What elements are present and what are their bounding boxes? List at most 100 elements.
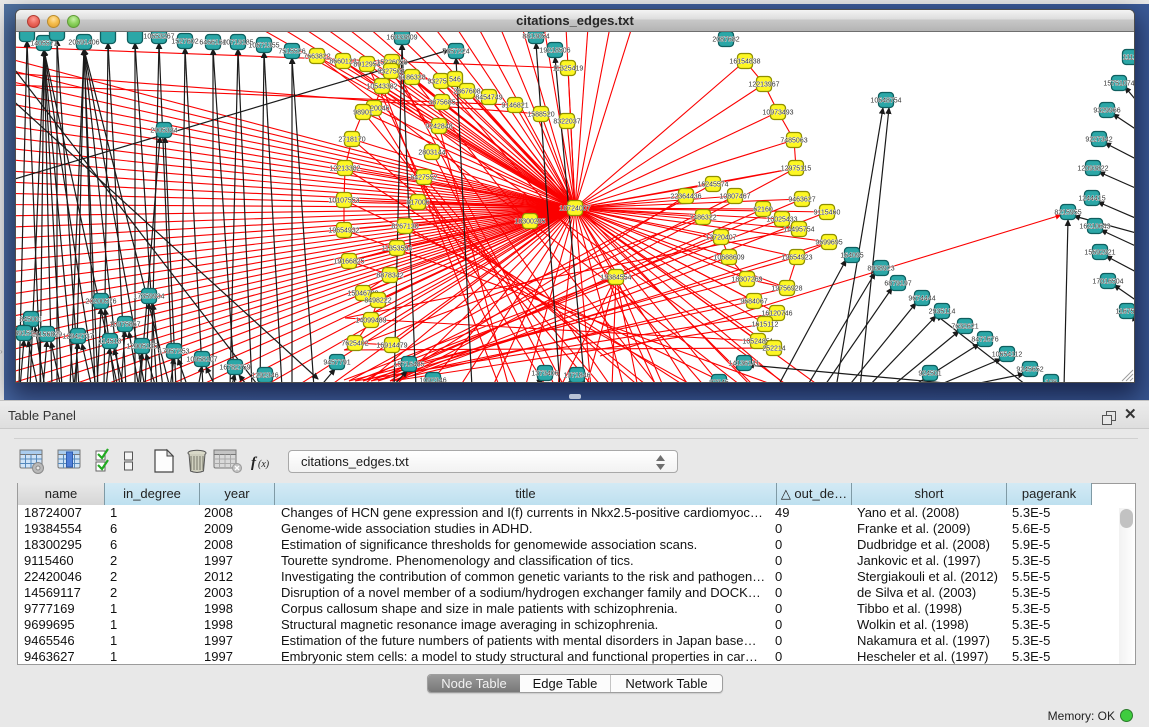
svg-text:12942737: 12942737 [62,334,93,341]
svg-text:8267130: 8267130 [391,224,418,231]
svg-text:8938923: 8938923 [867,266,894,273]
svg-text:16154838: 16154838 [729,59,760,66]
svg-text:18724007: 18724007 [559,206,590,213]
svg-text:17957253: 17957253 [158,349,189,356]
svg-text:8215955: 8215955 [1054,210,1081,217]
svg-text:10107553: 10107553 [328,198,359,205]
svg-text:11353594: 11353594 [382,246,413,253]
svg-text:14099489: 14099489 [355,318,386,325]
svg-text:11156829: 11156829 [32,332,62,339]
svg-text:18300295: 18300295 [514,219,545,226]
svg-text:8454749: 8454749 [475,95,502,102]
svg-text:8471676: 8471676 [971,337,998,344]
svg-text:1615112: 1615112 [752,322,779,329]
svg-text:7485063: 7485063 [780,138,807,145]
svg-text:13720407: 13720407 [705,235,736,242]
svg-text:2803144: 2803144 [418,150,445,157]
svg-text:1405571: 1405571 [30,41,57,48]
svg-text:1092346: 1092346 [419,378,446,383]
svg-text:16914479: 16914479 [376,343,407,350]
svg-text:9329966: 9329966 [1093,108,1120,115]
svg-text:7663822: 7663822 [303,54,330,61]
svg-text:1971846: 1971846 [563,373,590,380]
svg-text:8813054: 8813054 [522,34,549,41]
svg-text:2905334: 2905334 [150,128,177,135]
svg-text:114513: 114513 [99,339,122,346]
svg-text:10653267: 10653267 [143,34,174,41]
svg-text:9245652: 9245652 [1016,367,1043,374]
svg-text:19654932: 19654932 [328,228,359,235]
svg-text:10654112: 10654112 [992,352,1023,359]
svg-text:9242848: 9242848 [425,124,452,131]
svg-text:10807467: 10807467 [719,194,750,201]
svg-text:2087682: 2087682 [712,37,739,44]
svg-text:10973493: 10973493 [762,110,793,117]
svg-text:8427552: 8427552 [410,175,437,182]
svg-text:8322037: 8322037 [553,119,580,126]
svg-text:9463627: 9463627 [788,197,815,204]
svg-text:16210643: 16210643 [1079,224,1110,231]
svg-text:8186328: 8186328 [398,75,425,82]
svg-text:20691406: 20691406 [68,40,99,47]
svg-text:9115460: 9115460 [814,210,841,217]
svg-text:2718170: 2718170 [338,137,365,144]
svg-text:9684067: 9684067 [740,299,767,306]
svg-text:12213967: 12213967 [748,82,779,89]
svg-text:12093822: 12093822 [1077,166,1108,173]
svg-text:10671355: 10671355 [248,43,279,50]
svg-text:845001: 845001 [19,317,42,324]
svg-text:3875685: 3875685 [428,100,455,107]
svg-text:1373406: 1373406 [531,371,558,378]
svg-text:924501: 924501 [918,371,941,378]
svg-text:(x): (x) [258,459,270,470]
svg-text:108: 108 [1045,380,1057,383]
svg-text:7357224: 7357224 [442,49,469,56]
svg-text:116753: 116753 [1116,309,1134,316]
svg-text:16245574: 16245574 [697,182,728,189]
svg-text:7515526: 7515526 [278,49,305,56]
svg-text:1588520: 1588520 [527,112,554,119]
svg-text:19384554: 19384554 [600,275,631,282]
svg-text:8498222: 8498222 [364,298,391,305]
svg-text:12905135: 12905135 [126,344,157,351]
svg-text:16782759: 16782759 [219,365,250,372]
svg-text:17359934: 17359934 [133,294,164,301]
svg-text:20200576: 20200576 [85,299,116,306]
svg-text:10543382: 10543382 [366,84,397,91]
svg-text:164095: 164095 [840,253,863,260]
svg-text:9146821: 9146821 [501,103,528,110]
svg-text:10688609: 10688609 [713,255,744,262]
svg-text:14136141: 14136141 [728,361,759,368]
svg-text:15692921: 15692921 [1084,250,1115,257]
svg-text:7625402: 7625402 [341,341,368,348]
svg-text:62160: 62160 [753,207,773,214]
svg-text:19166825: 19166825 [333,259,364,266]
svg-text:17016504: 17016504 [1092,279,1123,286]
svg-text:1292346: 1292346 [251,373,278,380]
svg-text:22364436: 22364436 [670,194,701,201]
svg-text:92345: 92345 [709,380,729,383]
svg-text:10958107: 10958107 [186,357,217,364]
svg-text:10975867: 10975867 [109,322,140,329]
svg-text:15716485: 15716485 [393,362,424,369]
svg-text:18307269: 18307269 [731,277,762,284]
svg-text:98901: 98901 [353,110,373,117]
svg-text:f: f [251,455,258,471]
svg-text:14495754: 14495754 [783,227,814,234]
svg-text:16033809: 16033809 [386,35,417,42]
svg-text:8878342: 8878342 [376,273,403,280]
svg-text:2935114: 2935114 [929,309,956,316]
svg-text:19654923: 19654923 [781,255,812,262]
svg-text:19756928: 19756928 [771,286,802,293]
svg-text:9457791: 9457791 [323,360,350,367]
svg-text:10648754: 10648754 [870,98,901,105]
svg-text:19218506: 19218506 [539,48,570,55]
svg-text:546: 546 [449,77,461,84]
svg-text:1527602: 1527602 [171,39,198,46]
svg-text:7486322: 7486322 [689,215,716,222]
svg-text:1112: 1112 [1123,55,1134,62]
svg-text:7632621: 7632621 [951,324,978,331]
svg-text:9674444: 9674444 [908,296,935,303]
svg-text:1244415: 1244415 [1078,196,1105,203]
svg-text:817006: 817006 [406,200,429,207]
